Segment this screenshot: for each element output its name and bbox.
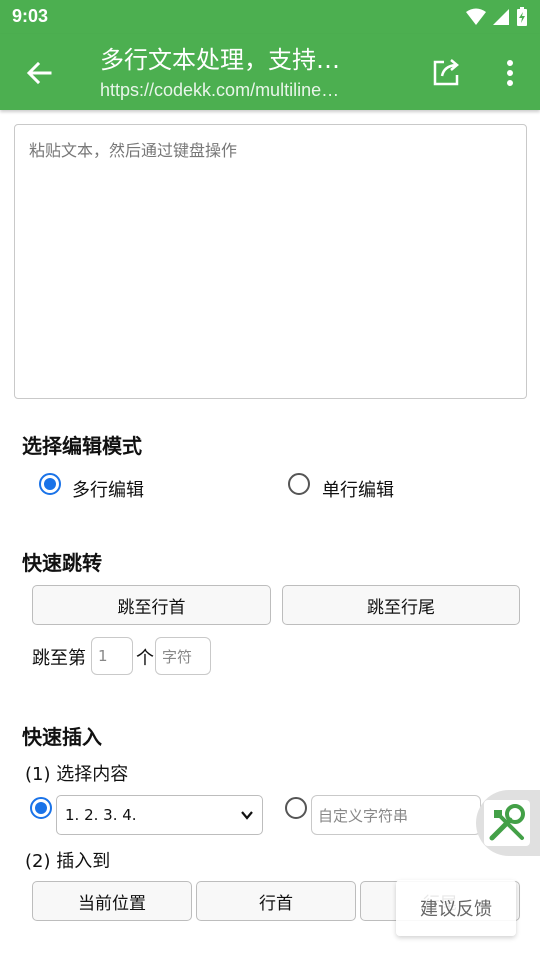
jump-count-value: 1	[98, 647, 108, 665]
radio-singleline[interactable]	[288, 473, 310, 495]
preset-content-value: 1. 2. 3. 4.	[65, 806, 137, 824]
share-icon[interactable]	[430, 56, 462, 88]
status-time: 9:03	[12, 6, 49, 26]
text-editor-placeholder: 粘贴文本，然后通过键盘操作	[29, 141, 238, 160]
radio-singleline-label[interactable]: 单行编辑	[322, 476, 394, 502]
signal-icon	[493, 9, 509, 25]
jump-unit-label: 个	[136, 648, 154, 669]
more-vert-icon[interactable]	[500, 58, 520, 88]
tools-floating-button[interactable]	[476, 790, 540, 856]
feedback-button[interactable]: 建议反馈	[396, 880, 516, 936]
back-arrow-icon[interactable]	[24, 58, 54, 88]
app-bar: 多行文本处理，支持… https://codekk.com/multiline…	[0, 34, 540, 110]
chevron-down-icon	[241, 811, 253, 820]
insert-current-position-button[interactable]: 当前位置	[32, 881, 192, 921]
jump-prefix-label: 跳至第	[32, 648, 86, 669]
custom-string-input[interactable]: 自定义字符串	[311, 795, 481, 835]
page-url: https://codekk.com/multiline…	[100, 80, 340, 100]
text-editor[interactable]: 粘贴文本，然后通过键盘操作	[14, 124, 527, 399]
tools-icon	[484, 800, 530, 846]
battery-icon	[517, 7, 527, 26]
char-input-placeholder: 字符	[162, 647, 193, 666]
jump-count-input[interactable]: 1	[91, 637, 133, 675]
preset-content-select[interactable]: 1. 2. 3. 4.	[56, 795, 263, 835]
radio-custom-string[interactable]	[285, 797, 307, 819]
radio-multiline[interactable]	[39, 473, 61, 495]
step1-label: (1) 选择内容	[25, 764, 129, 785]
step2-label: (2) 插入到	[25, 851, 111, 872]
quick-insert-title: 快速插入	[22, 725, 102, 749]
radio-multiline-label[interactable]: 多行编辑	[72, 476, 144, 502]
insert-line-start-button[interactable]: 行首	[196, 881, 356, 921]
radio-preset-content[interactable]	[30, 797, 52, 819]
jump-line-end-button[interactable]: 跳至行尾	[282, 585, 520, 625]
status-bar: 9:03	[0, 0, 540, 34]
edit-mode-title: 选择编辑模式	[22, 434, 142, 458]
status-icons	[466, 7, 528, 27]
jump-line-start-button[interactable]: 跳至行首	[32, 585, 271, 625]
quick-jump-title: 快速跳转	[22, 551, 102, 575]
char-input[interactable]: 字符	[155, 637, 211, 675]
wifi-icon	[466, 8, 486, 25]
custom-string-placeholder: 自定义字符串	[318, 806, 409, 825]
page-title: 多行文本处理，支持…	[100, 46, 340, 74]
